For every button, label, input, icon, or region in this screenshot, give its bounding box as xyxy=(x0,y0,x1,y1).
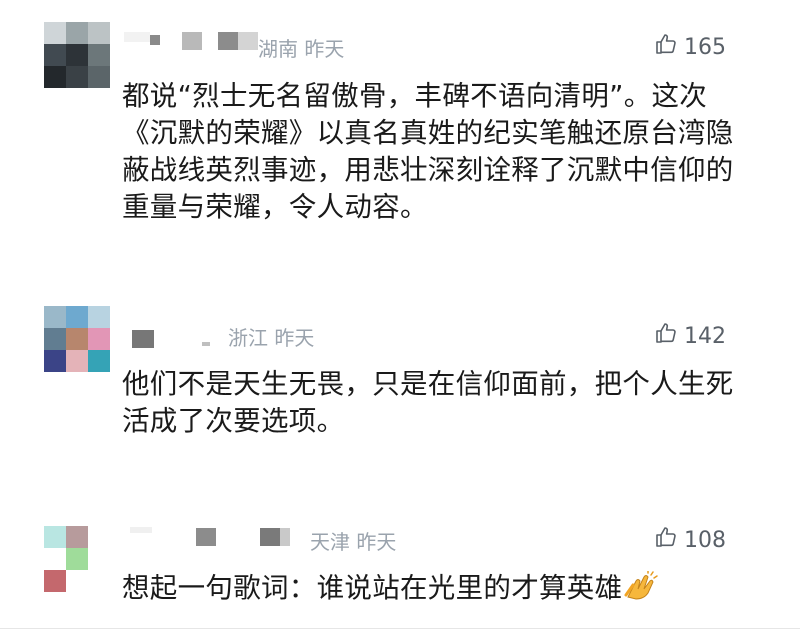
avatar-pixel xyxy=(88,66,110,88)
comment-meta: 天津 昨天 xyxy=(310,526,396,555)
username-blurred[interactable] xyxy=(124,32,258,50)
thumbs-up-icon xyxy=(654,32,684,62)
thumbs-up-icon xyxy=(654,525,684,555)
clapping-hands-icon xyxy=(624,570,659,611)
avatar-pixel xyxy=(66,66,88,88)
like-count: 108 xyxy=(684,527,726,553)
avatar-pixel xyxy=(44,328,66,350)
avatar[interactable] xyxy=(44,306,110,372)
location: 天津 xyxy=(310,530,350,554)
location: 浙江 xyxy=(228,326,268,350)
avatar-pixel xyxy=(66,44,88,66)
like-button[interactable]: 165 xyxy=(654,32,726,62)
avatar-pixel xyxy=(44,66,66,88)
avatar-pixel xyxy=(66,548,88,570)
comment-meta: 浙江 昨天 xyxy=(228,322,314,351)
comment-text-content: 想起一句歌词：谁说站在光里的才算英雄 xyxy=(122,572,623,604)
avatar-pixel xyxy=(66,306,88,328)
timestamp: 昨天 xyxy=(304,37,345,61)
timestamp: 昨天 xyxy=(274,326,315,350)
like-count: 142 xyxy=(684,323,726,349)
comment-meta: 湖南 昨天 xyxy=(258,33,344,62)
avatar-pixel xyxy=(44,306,66,328)
avatar-pixel xyxy=(88,328,110,350)
avatar-pixel xyxy=(66,350,88,372)
avatar-pixel xyxy=(88,44,110,66)
avatar-pixel xyxy=(66,526,88,548)
avatar-pixel xyxy=(66,570,88,592)
timestamp: 昨天 xyxy=(356,530,397,554)
location: 湖南 xyxy=(258,37,298,61)
avatar[interactable] xyxy=(44,526,88,592)
username-blurred[interactable] xyxy=(132,330,210,348)
username-blurred[interactable] xyxy=(130,527,290,546)
like-button[interactable]: 142 xyxy=(654,321,726,351)
like-count: 165 xyxy=(684,34,726,60)
comment-text: 都说“烈士无名留傲骨，丰碑不语向清明”。这次《沉默的荣耀》以真名真姓的纪实笔触还… xyxy=(122,80,734,223)
thumbs-up-icon xyxy=(654,321,684,351)
avatar-pixel xyxy=(44,570,66,592)
avatar-pixel xyxy=(44,22,66,44)
avatar-pixel xyxy=(88,350,110,372)
avatar-pixel xyxy=(44,44,66,66)
comment-text: 想起一句歌词：谁说站在光里的才算英雄 xyxy=(122,570,742,611)
avatar-pixel xyxy=(44,350,66,372)
like-button[interactable]: 108 xyxy=(654,525,726,555)
comment-text: 他们不是天生无畏，只是在信仰面前，把个人生死活成了次要选项。 xyxy=(122,368,734,437)
avatar-pixel xyxy=(66,22,88,44)
avatar-pixel xyxy=(44,526,66,548)
divider xyxy=(0,628,800,629)
avatar-pixel xyxy=(66,328,88,350)
avatar-pixel xyxy=(88,22,110,44)
avatar-pixel xyxy=(44,548,66,570)
avatar-pixel xyxy=(88,306,110,328)
avatar[interactable] xyxy=(44,22,110,88)
